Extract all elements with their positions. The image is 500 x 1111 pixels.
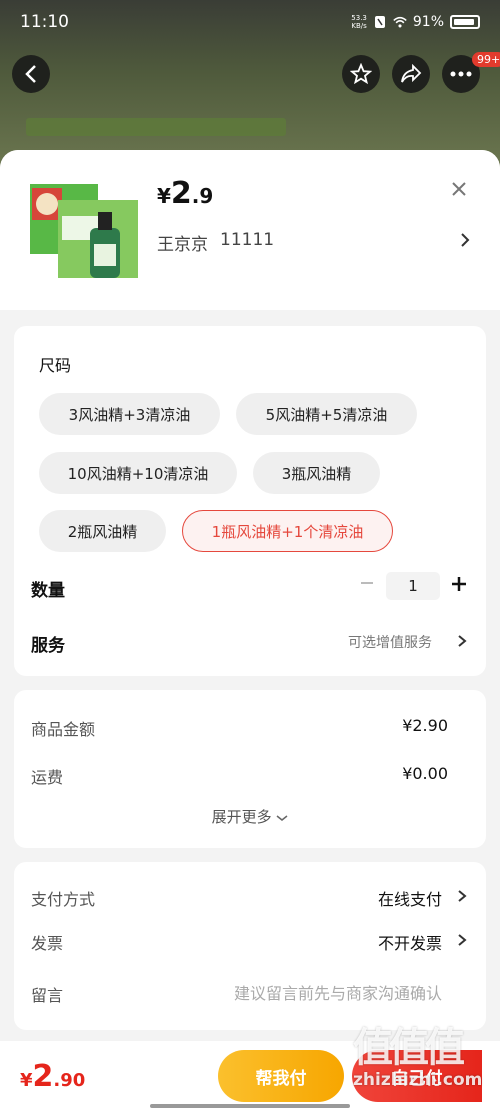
payment-card: 支付方式 在线支付 发票 不开发票 留言 建议留言前先与商家沟通确认	[14, 862, 486, 1030]
chevron-right-icon[interactable]	[457, 933, 467, 947]
size-title: 尺码	[39, 356, 72, 375]
favorite-button[interactable]	[342, 55, 380, 93]
delivery-address[interactable]: 王京京 11111	[157, 230, 274, 255]
goods-amount-label: 商品金额	[31, 720, 96, 739]
invoice-label: 发票	[31, 934, 64, 953]
chevron-right-icon[interactable]	[457, 634, 467, 648]
more-icon	[450, 71, 472, 77]
quantity-input[interactable]: 1	[386, 572, 440, 600]
freight-value: ¥0.00	[402, 764, 448, 783]
order-sheet: ¥2.9 王京京 11111 尺码 3风油精+3清凉油 5风油精+5清凉油 10…	[0, 150, 500, 1111]
payment-method-value[interactable]: 在线支付	[378, 886, 442, 910]
address-number: 11111	[220, 230, 275, 250]
expand-more-button[interactable]: 展开更多	[14, 806, 486, 827]
service-hint[interactable]: 可选增值服务	[348, 632, 432, 652]
status-bar: 11:10 53.3 KB/s 91%	[0, 0, 500, 44]
message-badge: 99+	[472, 52, 500, 67]
nfc-icon	[373, 15, 387, 29]
quantity-label: 数量	[31, 581, 65, 601]
share-icon	[401, 64, 422, 83]
product-price: ¥2.9	[157, 176, 214, 211]
site-watermark: 值值值 zhizhizhi.com	[353, 1025, 483, 1090]
size-option[interactable]: 2瓶风油精	[39, 510, 166, 552]
wifi-icon	[393, 15, 407, 29]
amount-card: 商品金额 ¥2.90 运费 ¥0.00 展开更多	[14, 690, 486, 848]
total-price: ¥2.90	[20, 1059, 86, 1094]
network-speed: 53.3 KB/s	[351, 14, 367, 30]
share-button[interactable]	[392, 55, 430, 93]
size-option[interactable]: 3瓶风油精	[253, 452, 380, 494]
invoice-value[interactable]: 不开发票	[378, 930, 442, 954]
expand-label: 展开更多	[211, 808, 272, 826]
clock: 11:10	[20, 12, 69, 32]
minus-icon[interactable]	[360, 576, 374, 590]
chevron-left-icon	[25, 65, 36, 83]
size-option[interactable]: 3风油精+3清凉油	[39, 393, 220, 435]
product-image	[28, 178, 139, 289]
size-option[interactable]: 10风油精+10清凉油	[39, 452, 237, 494]
battery-icon	[450, 15, 480, 29]
note-input[interactable]: 建议留言前先与商家沟通确认	[234, 980, 442, 1004]
back-button[interactable]	[12, 55, 50, 93]
size-option-selected[interactable]: 1瓶风油精+1个清凉油	[182, 510, 393, 552]
note-label: 留言	[31, 986, 64, 1005]
freight-label: 运费	[31, 768, 64, 787]
goods-amount-value: ¥2.90	[402, 716, 448, 735]
background-banner	[26, 118, 286, 136]
chevron-down-icon	[276, 815, 288, 821]
service-label: 服务	[31, 636, 65, 656]
battery-percent: 91%	[412, 14, 444, 30]
chevron-right-icon[interactable]	[458, 232, 472, 248]
home-indicator[interactable]	[150, 1104, 350, 1108]
size-option[interactable]: 5风油精+5清凉油	[236, 393, 417, 435]
product-thumbnail[interactable]	[28, 178, 139, 289]
payment-method-label: 支付方式	[31, 890, 96, 909]
address-name: 王京京	[157, 235, 208, 255]
close-icon[interactable]	[448, 178, 470, 200]
sheet-header: ¥2.9 王京京 11111	[0, 150, 500, 310]
spec-card: 尺码 3风油精+3清凉油 5风油精+5清凉油 10风油精+10清凉油 3瓶风油精…	[14, 326, 486, 676]
help-pay-button[interactable]: 帮我付	[218, 1050, 344, 1102]
chevron-right-icon[interactable]	[457, 889, 467, 903]
star-icon	[350, 63, 372, 85]
plus-icon[interactable]	[451, 576, 467, 592]
